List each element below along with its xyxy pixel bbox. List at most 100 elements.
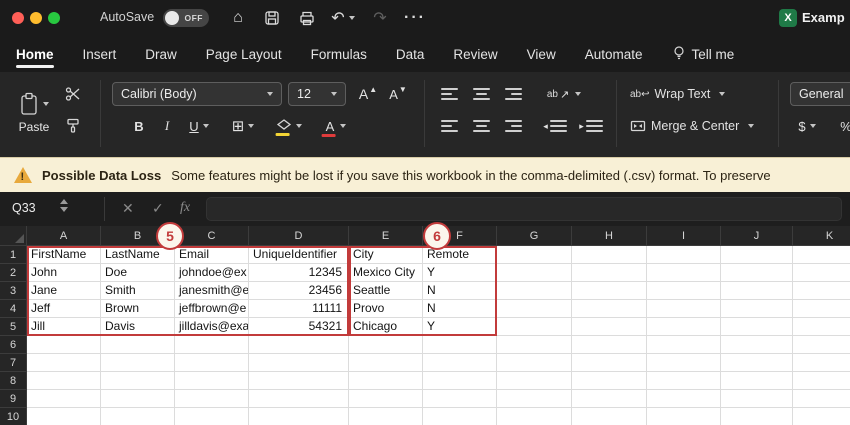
enter-icon[interactable]: ✓ <box>152 200 164 217</box>
save-icon[interactable] <box>260 7 284 29</box>
cell-F1[interactable]: Remote <box>423 246 497 264</box>
cell-G3[interactable] <box>497 282 572 300</box>
home-icon[interactable]: ⌂ <box>226 7 250 29</box>
cell-H8[interactable] <box>572 372 647 390</box>
format-painter-button[interactable] <box>60 114 86 138</box>
minimize-button[interactable] <box>30 12 42 24</box>
cell-E6[interactable] <box>349 336 423 354</box>
align-center-button[interactable] <box>468 114 494 138</box>
row-header-4[interactable]: 4 <box>0 300 27 318</box>
align-bottom-button[interactable] <box>500 82 526 106</box>
tab-view[interactable]: View <box>527 36 556 72</box>
cell-B10[interactable] <box>101 408 175 425</box>
tab-tell-me[interactable]: Tell me <box>672 36 735 72</box>
cell-C8[interactable] <box>175 372 249 390</box>
cell-E4[interactable]: Provo <box>349 300 423 318</box>
column-header-E[interactable]: E <box>349 226 423 246</box>
cell-A8[interactable] <box>27 372 101 390</box>
cell-I10[interactable] <box>647 408 721 425</box>
grow-font-button[interactable]: A▲ <box>354 82 382 106</box>
cell-F7[interactable] <box>423 354 497 372</box>
row-header-1[interactable]: 1 <box>0 246 27 264</box>
cell-H7[interactable] <box>572 354 647 372</box>
orientation-button[interactable]: ab ↗ <box>540 82 588 106</box>
cell-K1[interactable] <box>793 246 850 264</box>
cell-B5[interactable]: Davis <box>101 318 175 336</box>
cell-H1[interactable] <box>572 246 647 264</box>
print-icon[interactable] <box>294 7 318 29</box>
cell-F10[interactable] <box>423 408 497 425</box>
zoom-button[interactable] <box>48 12 60 24</box>
more-commands-icon[interactable]: ··· <box>402 7 428 29</box>
cell-A10[interactable] <box>27 408 101 425</box>
cell-H4[interactable] <box>572 300 647 318</box>
cell-C7[interactable] <box>175 354 249 372</box>
cell-B8[interactable] <box>101 372 175 390</box>
cell-A2[interactable]: John <box>27 264 101 282</box>
cell-B6[interactable] <box>101 336 175 354</box>
italic-button[interactable]: I <box>154 114 180 138</box>
cell-G7[interactable] <box>497 354 572 372</box>
cell-K3[interactable] <box>793 282 850 300</box>
cell-D5[interactable]: 54321 <box>249 318 349 336</box>
cell-G10[interactable] <box>497 408 572 425</box>
cell-D9[interactable] <box>249 390 349 408</box>
cell-K2[interactable] <box>793 264 850 282</box>
row-header-9[interactable]: 9 <box>0 390 27 408</box>
cell-J4[interactable] <box>721 300 793 318</box>
decrease-indent-button[interactable]: ◂ <box>540 114 570 138</box>
column-header-C[interactable]: C <box>175 226 249 246</box>
cell-C5[interactable]: jilldavis@exa <box>175 318 249 336</box>
cell-I2[interactable] <box>647 264 721 282</box>
cell-I5[interactable] <box>647 318 721 336</box>
row-header-6[interactable]: 6 <box>0 336 27 354</box>
cell-H5[interactable] <box>572 318 647 336</box>
cell-D7[interactable] <box>249 354 349 372</box>
cell-E7[interactable] <box>349 354 423 372</box>
row-header-3[interactable]: 3 <box>0 282 27 300</box>
tab-insert[interactable]: Insert <box>83 36 117 72</box>
cell-G1[interactable] <box>497 246 572 264</box>
cell-A7[interactable] <box>27 354 101 372</box>
select-all-corner[interactable] <box>0 226 27 246</box>
cell-D6[interactable] <box>249 336 349 354</box>
name-box[interactable]: Q33 <box>12 201 36 215</box>
cell-K9[interactable] <box>793 390 850 408</box>
cell-J5[interactable] <box>721 318 793 336</box>
cell-B3[interactable]: Smith <box>101 282 175 300</box>
row-header-7[interactable]: 7 <box>0 354 27 372</box>
currency-button[interactable]: $ <box>792 114 822 138</box>
row-header-10[interactable]: 10 <box>0 408 27 425</box>
cell-G4[interactable] <box>497 300 572 318</box>
align-top-button[interactable] <box>436 82 462 106</box>
percent-button[interactable]: % <box>834 114 850 138</box>
cell-C4[interactable]: jeffbrown@e <box>175 300 249 318</box>
cell-K6[interactable] <box>793 336 850 354</box>
align-left-button[interactable] <box>436 114 462 138</box>
tab-home[interactable]: Home <box>16 36 54 72</box>
cell-E8[interactable] <box>349 372 423 390</box>
cell-D10[interactable] <box>249 408 349 425</box>
number-format-select[interactable]: General <box>790 82 850 106</box>
row-header-8[interactable]: 8 <box>0 372 27 390</box>
cell-J8[interactable] <box>721 372 793 390</box>
insert-function-icon[interactable]: fx <box>180 200 190 216</box>
cell-A3[interactable]: Jane <box>27 282 101 300</box>
cell-E2[interactable]: Mexico City <box>349 264 423 282</box>
cell-E5[interactable]: Chicago <box>349 318 423 336</box>
column-header-D[interactable]: D <box>249 226 349 246</box>
cell-I6[interactable] <box>647 336 721 354</box>
autosave-toggle[interactable]: OFF <box>163 9 209 27</box>
cell-D1[interactable]: UniqueIdentifier <box>249 246 349 264</box>
column-header-A[interactable]: A <box>27 226 101 246</box>
cell-F6[interactable] <box>423 336 497 354</box>
cell-J1[interactable] <box>721 246 793 264</box>
tab-data[interactable]: Data <box>396 36 425 72</box>
formula-input[interactable] <box>206 197 842 221</box>
tab-automate[interactable]: Automate <box>585 36 643 72</box>
cell-C9[interactable] <box>175 390 249 408</box>
cell-H6[interactable] <box>572 336 647 354</box>
font-name-select[interactable]: Calibri (Body) <box>112 82 282 106</box>
shrink-font-button[interactable]: A▼ <box>384 82 412 106</box>
tab-formulas[interactable]: Formulas <box>311 36 367 72</box>
